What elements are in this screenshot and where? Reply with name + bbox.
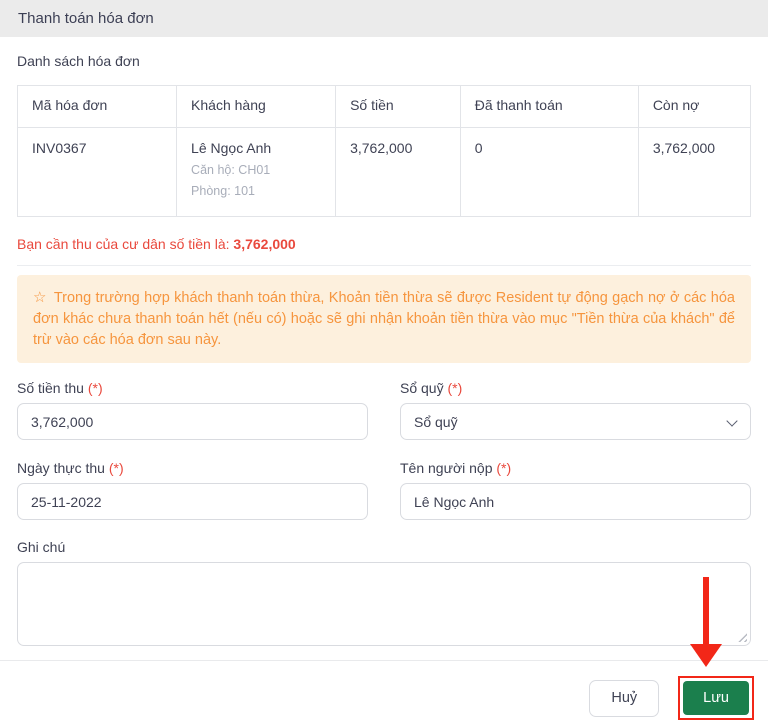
customer-apartment: Căn hộ: CH01 — [191, 163, 271, 177]
cell-invoice-code: INV0367 — [16, 127, 178, 217]
annotation-highlight-box: Lưu — [678, 676, 754, 720]
dialog-title-bar: Thanh toán hóa đơn — [0, 0, 768, 37]
cell-paid: 0 — [459, 127, 639, 217]
annotation-arrow — [703, 577, 709, 646]
required-mark: (*) — [447, 380, 463, 396]
date-input[interactable] — [17, 483, 368, 520]
amount-field-label: Số tiền thu (*) — [17, 380, 103, 396]
cell-debt: 3,762,000 — [637, 127, 752, 217]
amount-due-label: Bạn cần thu của cư dân số tiền là: — [17, 236, 230, 252]
invoice-list-label: Danh sách hóa đơn — [17, 53, 140, 69]
table-header-row: Mã hóa đơn Khách hàng Số tiền Đã thanh t… — [16, 85, 752, 128]
column-header-customer: Khách hàng — [176, 85, 337, 128]
fund-select[interactable]: Sổ quỹ — [400, 403, 751, 440]
amount-due-value: 3,762,000 — [233, 236, 296, 252]
dialog-footer: Huỷ Lưu — [0, 661, 768, 720]
column-header-debt: Còn nợ — [637, 85, 752, 128]
overpayment-notice: ☆ Trong trường hợp khách thanh toán thừa,… — [17, 275, 751, 363]
amount-input[interactable] — [17, 403, 368, 440]
dialog-body: Danh sách hóa đơn Mã hóa đơn Khách hàng … — [0, 53, 768, 646]
overpayment-notice-text: Trong trường hợp khách thanh toán thừa, … — [33, 290, 735, 348]
date-field-group: Ngày thực thu (*) — [17, 460, 368, 520]
fund-select-wrap: Sổ quỹ — [400, 403, 751, 440]
required-mark: (*) — [108, 460, 124, 476]
save-button[interactable]: Lưu — [683, 681, 749, 715]
required-mark: (*) — [87, 380, 103, 396]
column-header-paid: Đã thanh toán — [459, 85, 639, 128]
amount-due-text: Bạn cần thu của cư dân số tiền là: 3,762… — [17, 236, 751, 252]
required-mark: (*) — [496, 460, 512, 476]
table-row: INV0367 Lê Ngọc Anh Căn hộ: CH01 Phòng: … — [16, 127, 752, 217]
amount-field-group: Số tiền thu (*) — [17, 380, 368, 440]
dialog-title: Thanh toán hóa đơn — [18, 10, 154, 27]
date-field-label: Ngày thực thu (*) — [17, 460, 124, 476]
note-field-group: Ghi chú — [17, 539, 751, 646]
payment-dialog: Thanh toán hóa đơn Danh sách hóa đơn Mã … — [0, 0, 768, 720]
payer-field-label: Tên người nộp (*) — [400, 460, 512, 476]
column-header-invoice-code: Mã hóa đơn — [16, 85, 178, 128]
fund-field-group: Sổ quỹ (*) Sổ quỹ — [400, 380, 751, 440]
invoice-table: Mã hóa đơn Khách hàng Số tiền Đã thanh t… — [16, 85, 752, 217]
star-icon: ☆ — [33, 289, 47, 306]
cell-customer: Lê Ngọc Anh Căn hộ: CH01 Phòng: 101 — [176, 127, 337, 217]
customer-room: Phòng: 101 — [191, 184, 255, 198]
fund-field-label: Sổ quỹ (*) — [400, 380, 463, 396]
divider — [17, 265, 751, 266]
customer-name: Lê Ngọc Anh — [191, 140, 272, 156]
payer-input[interactable] — [400, 483, 751, 520]
payment-form: Số tiền thu (*) Sổ quỹ (*) Sổ quỹ — [17, 380, 751, 520]
note-field-label: Ghi chú — [17, 539, 66, 555]
annotation-arrow-head — [690, 644, 722, 667]
cell-amount: 3,762,000 — [335, 127, 461, 217]
payer-field-group: Tên người nộp (*) — [400, 460, 751, 520]
note-textarea[interactable] — [17, 562, 751, 646]
cancel-button[interactable]: Huỷ — [589, 679, 660, 717]
column-header-amount: Số tiền — [335, 85, 461, 128]
